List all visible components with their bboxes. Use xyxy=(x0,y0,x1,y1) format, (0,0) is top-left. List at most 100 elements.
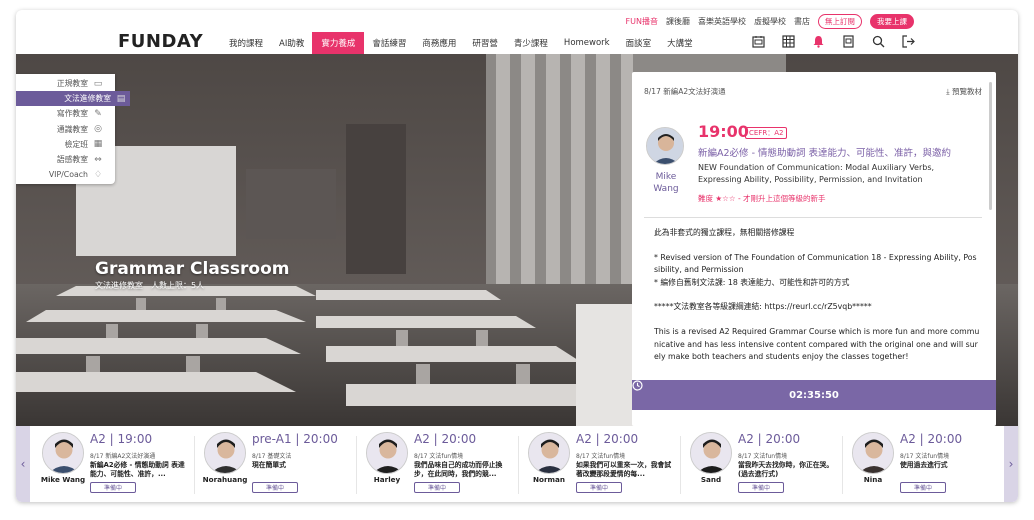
top-link-lounge[interactable]: 課後廳 xyxy=(666,16,690,27)
description-paragraph: * Revised version of The Foundation of C… xyxy=(654,252,977,287)
nav-homework[interactable]: Homework xyxy=(556,32,618,54)
description-paragraph: This is a revised A2 Required Grammar Co… xyxy=(654,326,980,362)
teacher-name[interactable]: Mike Wang xyxy=(36,475,90,484)
card-divider xyxy=(356,436,357,494)
course-title: 新編A2必修 - 情態助動詞 表達能力、可能性、准許，與邀約 xyxy=(698,148,952,159)
nav-teen[interactable]: 青少課程 xyxy=(506,32,556,54)
course-level: A2 xyxy=(576,432,592,446)
course-card[interactable]: Nina A2 | 20:00 8/17 文法fun情境 使用過去進行式 準備中 xyxy=(844,426,1006,502)
nav-skill-building[interactable]: 實力養成 xyxy=(312,32,365,54)
course-level: A2 xyxy=(90,432,106,446)
classroom-hero: 正規教室 ▭ 文法進修教室 ▤ 寫作教室 ✎ 通識教室 ◎ 檢定班 ▦ 語感教室 ⇔ VIP… xyxy=(16,54,1018,426)
course-level: A2 xyxy=(738,432,754,446)
course-time: 20:00 xyxy=(441,432,477,446)
countdown-time: 02:35:50 xyxy=(789,389,839,401)
course-card[interactable]: Mike Wang A2 | 19:00 8/17 新編A2文法好演通 新編A2必修 … xyxy=(34,426,196,502)
difficulty-rating: 難度 ★☆☆ - 才剛升上這個等級的新手 xyxy=(698,194,826,203)
menu-item-exam[interactable]: 檢定班 ▦ xyxy=(16,137,115,152)
menu-item-writing[interactable]: 寫作教室 ✎ xyxy=(16,106,115,121)
carousel-next-button[interactable]: › xyxy=(1004,426,1018,502)
nav-lecture-hall[interactable]: 大講堂 xyxy=(659,32,701,54)
course-card[interactable]: Sand A2 | 20:00 8/17 文法fun情境 當我昨天去找你時，你正在哭。… xyxy=(682,426,844,502)
level-time: A2 | 20:00 xyxy=(738,432,801,446)
status-button[interactable]: 準備中 xyxy=(576,482,622,493)
teacher-name[interactable]: Norman xyxy=(522,475,576,484)
clock-icon xyxy=(632,380,643,391)
nav-ai-assistant[interactable]: AI助教 xyxy=(271,32,312,54)
carousel-prev-button[interactable]: ‹ xyxy=(16,426,30,502)
divider xyxy=(644,217,982,218)
course-title-en: NEW Foundation of Communication: Modal A… xyxy=(698,163,935,184)
course-level: A2 xyxy=(900,432,916,446)
teacher-avatar[interactable] xyxy=(528,432,570,474)
search-icon[interactable] xyxy=(872,35,885,51)
top-link-virtual[interactable]: 虛擬學校 xyxy=(754,16,786,27)
teacher-avatar[interactable] xyxy=(690,432,732,474)
menu-item-general[interactable]: 通識教室 ◎ xyxy=(16,122,115,137)
course-time: 20:00 xyxy=(303,432,338,446)
menu-item-vip[interactable]: VIP/Coach ♢ xyxy=(16,167,115,182)
status-button[interactable]: 準備中 xyxy=(738,482,784,493)
nav-conversation[interactable]: 會話練習 xyxy=(364,32,414,54)
cefr-badge: CEFR：A2 xyxy=(745,127,788,139)
top-link-school[interactable]: 喜樂英語學校 xyxy=(698,16,746,27)
teacher-avatar[interactable] xyxy=(852,432,894,474)
main-nav: 我的課程 AI助教 實力養成 會話練習 商務應用 研習營 青少課程 Homewo… xyxy=(221,32,701,54)
preview-materials-button[interactable]: ⤓ 預覽教材 xyxy=(946,86,982,97)
target-icon: ◎ xyxy=(94,124,102,135)
teacher-name[interactable]: Mike Wang xyxy=(644,171,688,195)
top-link-fun[interactable]: FUN播音 xyxy=(626,16,658,27)
status-button[interactable]: 準備中 xyxy=(90,482,136,493)
teacher-avatar[interactable] xyxy=(366,432,408,474)
logout-icon[interactable] xyxy=(902,35,915,51)
teacher-avatar[interactable] xyxy=(42,432,84,474)
course-series: 8/17 基礎文法 xyxy=(252,453,292,460)
level-time: A2 | 19:00 xyxy=(90,432,153,446)
course-card[interactable]: Norahuang pre-A1 | 20:00 8/17 基礎文法 現在簡單式 準備中 xyxy=(196,426,358,502)
top-link-bookstore[interactable]: 書店 xyxy=(794,16,810,27)
description-paragraph: 此為非套式的獨立課程，無相關搭修課程 xyxy=(654,228,795,237)
calendar-icon[interactable] xyxy=(752,35,765,51)
classroom-title: Grammar Classroom xyxy=(95,259,290,279)
teacher-name[interactable]: Harley xyxy=(360,475,414,484)
bell-icon[interactable] xyxy=(812,35,825,51)
nav-interview[interactable]: 面談室 xyxy=(618,32,660,54)
teacher-name[interactable]: Sand xyxy=(684,475,738,484)
course-series: 8/17 新編A2文法好演通 xyxy=(90,453,156,460)
nav-business[interactable]: 商務應用 xyxy=(414,32,464,54)
menu-item-grammar[interactable]: 文法進修教室 ▤ xyxy=(16,91,130,107)
course-title: 我們品味自己的成功而停止換步，在此同時，我們的競... xyxy=(414,461,503,478)
level-time: A2 | 20:00 xyxy=(414,432,477,446)
course-time: 20:00 xyxy=(603,432,639,446)
course-series: 8/17 文法fun情境 xyxy=(576,453,626,460)
countdown-bar: 02:35:50 xyxy=(632,380,996,410)
card-divider xyxy=(680,436,681,494)
funday-logo[interactable]: FUNDAY xyxy=(118,31,203,52)
status-button[interactable]: 準備中 xyxy=(900,482,946,493)
classroom-icon: ▭ xyxy=(93,78,103,89)
status-button[interactable]: 準備中 xyxy=(414,482,460,493)
teacher-avatar[interactable] xyxy=(204,432,246,474)
classroom-subtitle: 文法進修教室 人數上限：5人 xyxy=(95,281,205,290)
course-time: 19:00 xyxy=(117,432,153,446)
nav-workshop[interactable]: 研習營 xyxy=(464,32,506,54)
description-scrollbar[interactable] xyxy=(989,82,992,210)
card-divider xyxy=(518,436,519,494)
menu-item-regular[interactable]: 正規教室 ▭ xyxy=(16,76,115,91)
nav-my-courses[interactable]: 我的課程 xyxy=(221,32,271,54)
attend-class-button[interactable]: 我要上課 xyxy=(870,13,914,29)
course-series: 8/17 文法fun情境 xyxy=(738,453,788,460)
grid-icon[interactable] xyxy=(782,35,795,51)
course-title: 新編A2必修 - 情態助動詞 表達能力、可能性、准許，... xyxy=(90,461,185,478)
document-icon: ▤ xyxy=(116,93,126,104)
course-card[interactable]: Norman A2 | 20:00 8/17 文法fun情境 如果我們可以重來一次，我… xyxy=(520,426,682,502)
menu-item-language-sense[interactable]: 語感教室 ⇔ xyxy=(16,152,115,167)
subscribe-button[interactable]: 無上訂閱 xyxy=(818,13,862,29)
chevron-left-icon: ‹ xyxy=(20,457,26,471)
teacher-name[interactable]: Norahuang xyxy=(198,475,252,484)
status-button[interactable]: 準備中 xyxy=(252,482,298,493)
course-card[interactable]: Harley A2 | 20:00 8/17 文法fun情境 我們品味自己的成功而停止… xyxy=(358,426,520,502)
book-icon[interactable] xyxy=(842,35,855,51)
teacher-avatar[interactable] xyxy=(646,127,684,165)
teacher-name[interactable]: Nina xyxy=(846,475,900,484)
